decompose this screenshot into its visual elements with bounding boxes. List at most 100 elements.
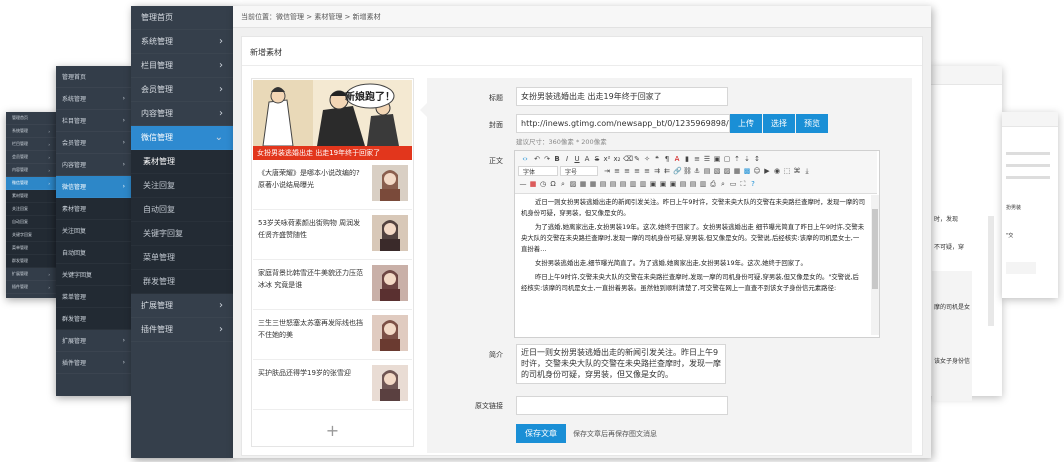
- article-list-item[interactable]: 53岁关咏荷素颜出街购物 周润发任贤齐盛赞随性: [253, 211, 412, 260]
- subscript-icon[interactable]: x₂: [613, 155, 621, 163]
- auto-format-icon[interactable]: ✧: [643, 155, 651, 163]
- image-float-right-icon[interactable]: ▨: [723, 167, 731, 175]
- insert-col-icon[interactable]: ▥: [629, 180, 637, 188]
- anchor-icon[interactable]: ⚓: [693, 167, 701, 175]
- split-cols-icon[interactable]: ▥: [699, 180, 707, 188]
- sidebar-item[interactable]: 关键字回复: [131, 222, 233, 246]
- upload-button[interactable]: 上传: [730, 114, 762, 133]
- merge-right-icon[interactable]: ▣: [659, 180, 667, 188]
- image-center-icon[interactable]: ▦: [733, 167, 741, 175]
- search-replace-icon[interactable]: ⌕: [559, 180, 567, 188]
- wordimage-icon[interactable]: ▨: [569, 180, 577, 188]
- redo-icon[interactable]: ↷: [543, 155, 551, 163]
- link-icon[interactable]: 🔗: [673, 167, 682, 175]
- font-color-icon[interactable]: A: [673, 155, 681, 163]
- insert-date-icon[interactable]: ▦: [529, 180, 537, 188]
- article-list-item[interactable]: 《大唐荣耀》是哪本小说改编的?原著小说结局曝光: [253, 161, 412, 210]
- sidebar-item[interactable]: 素材管理: [131, 150, 233, 174]
- preview-icon[interactable]: ⌕: [719, 180, 727, 188]
- split-rows-icon[interactable]: ▤: [689, 180, 697, 188]
- bold-icon[interactable]: B: [553, 155, 561, 163]
- row-spacing-bottom-icon[interactable]: ⇣: [743, 155, 751, 163]
- rtl-icon[interactable]: ⇇: [663, 167, 671, 175]
- strikethrough-icon[interactable]: S: [593, 155, 601, 163]
- row-spacing-top-icon[interactable]: ⇡: [733, 155, 741, 163]
- paragraph-icon[interactable]: ¶: [663, 155, 671, 163]
- clear-doc-icon[interactable]: ▢: [723, 155, 731, 163]
- summary-textarea[interactable]: 近日一则女扮男装逃婚出走的新闻引发关注。昨日上午9时许，交警未央大队的交警在未央…: [516, 344, 726, 384]
- editor-scroll-thumb[interactable]: [872, 209, 878, 289]
- insert-row-icon[interactable]: ▤: [609, 180, 617, 188]
- unordered-list-icon[interactable]: ☰: [703, 155, 711, 163]
- insert-image-icon[interactable]: ▩: [743, 167, 751, 175]
- sidebar-item[interactable]: 关注回复: [131, 174, 233, 198]
- sidebar-item[interactable]: 内容管理 ›: [131, 102, 233, 126]
- format-brush-icon[interactable]: ✎: [633, 155, 641, 163]
- sidebar-item[interactable]: 微信管理 ⌄: [131, 126, 233, 150]
- font-size-select[interactable]: 字号: [560, 166, 598, 176]
- article-list-item[interactable]: 买护肤品还得学19岁的张雪迎: [253, 361, 412, 410]
- sidebar-item[interactable]: 栏目管理 ›: [131, 54, 233, 78]
- merge-cells-icon[interactable]: ▣: [649, 180, 657, 188]
- page-break-icon[interactable]: ⤓: [803, 167, 811, 175]
- code-icon[interactable]: ⌘: [793, 167, 801, 175]
- horizontal-rule-icon[interactable]: —: [519, 180, 527, 188]
- font-family-select[interactable]: 字体: [518, 166, 558, 176]
- sidebar-item[interactable]: 系统管理 ›: [131, 30, 233, 54]
- align-justify-icon[interactable]: ≡: [643, 167, 651, 175]
- editor-content[interactable]: 近日一则女扮男装逃婚出走的新闻引发关注。昨日上午9时许，交警未央大队的交警在未央…: [521, 197, 865, 333]
- sidebar-item[interactable]: 自动回复: [131, 198, 233, 222]
- ltr-icon[interactable]: ⇉: [653, 167, 661, 175]
- align-left-icon[interactable]: ≡: [613, 167, 621, 175]
- image-float-left-icon[interactable]: ▧: [713, 167, 721, 175]
- delete-row-icon[interactable]: ▤: [619, 180, 627, 188]
- align-right-icon[interactable]: ≡: [633, 167, 641, 175]
- ordered-list-icon[interactable]: ≡: [693, 155, 701, 163]
- source-link-input[interactable]: [516, 396, 728, 415]
- cover-article[interactable]: 新娘跑了！ 女扮男装逃婚出走 出走19年终于回家了: [253, 80, 412, 160]
- preview-button[interactable]: 预览: [796, 114, 828, 133]
- sidebar-item[interactable]: 插件管理 ›: [131, 318, 233, 342]
- article-list-item[interactable]: 家庭背景比韩雪还牛美貌还力压范冰冰 究竟是谁: [253, 261, 412, 310]
- title-input[interactable]: 女扮男装逃婚出走 出走19年终于回家了: [516, 87, 728, 106]
- fullscreen-icon[interactable]: ⛶: [739, 180, 747, 188]
- split-cells-icon[interactable]: ▤: [679, 180, 687, 188]
- insert-para-before-icon[interactable]: ▤: [599, 180, 607, 188]
- sidebar-item[interactable]: 会员管理 ›: [131, 78, 233, 102]
- article-list-item[interactable]: 三生三世怒塞太苏塞再发际线也挡不住她的美: [253, 311, 412, 360]
- background-color-icon[interactable]: ▮: [683, 155, 691, 163]
- line-height-icon[interactable]: ↕: [753, 155, 761, 163]
- italic-icon[interactable]: I: [563, 155, 571, 163]
- drafts-icon[interactable]: ▭: [729, 180, 737, 188]
- sidebar-item[interactable]: 管理首页: [131, 6, 233, 30]
- superscript-icon[interactable]: x²: [603, 155, 611, 163]
- insert-time-icon[interactable]: ◷: [539, 180, 547, 188]
- delete-col-icon[interactable]: ▥: [639, 180, 647, 188]
- insert-frame-icon[interactable]: ⬚: [783, 167, 791, 175]
- map-icon[interactable]: ◉: [773, 167, 781, 175]
- emotion-icon[interactable]: ☺: [753, 167, 761, 175]
- rich-text-editor[interactable]: ‹› ↶ ↷ B I U A Sx² x₂ ⌫✎ ✧ ❝ ¶ A ▮ ≡ ☰ ▣ ▢ ⇡ ⇣ ↕ 字体 字号 ⇥ ≡ ≡ ≡ ≡ ⇉…: [514, 150, 880, 338]
- special-char-icon[interactable]: Ω: [549, 180, 557, 188]
- image-float-none-icon[interactable]: ▤: [703, 167, 711, 175]
- sidebar-item[interactable]: 菜单管理: [131, 246, 233, 270]
- sidebar-item[interactable]: 扩展管理 ›: [131, 294, 233, 318]
- cover-url-input[interactable]: http://inews.gtimg.com/newsapp_bt/0/1235…: [516, 114, 730, 133]
- select-all-icon[interactable]: ▣: [713, 155, 721, 163]
- unlink-icon[interactable]: ⛓: [683, 167, 692, 175]
- insert-table-icon[interactable]: ▦: [579, 180, 587, 188]
- print-icon[interactable]: ⎙: [709, 180, 717, 188]
- font-border-icon[interactable]: A: [583, 155, 591, 163]
- video-icon[interactable]: ▶: [763, 167, 771, 175]
- save-article-button[interactable]: 保存文章: [516, 424, 566, 443]
- clear-format-icon[interactable]: ⌫: [623, 155, 633, 163]
- merge-down-icon[interactable]: ▣: [669, 180, 677, 188]
- sidebar-item[interactable]: 群发管理: [131, 270, 233, 294]
- undo-icon[interactable]: ↶: [533, 155, 541, 163]
- indent-icon[interactable]: ⇥: [603, 167, 611, 175]
- block-quote-icon[interactable]: ❝: [653, 155, 661, 163]
- choose-button[interactable]: 选择: [763, 114, 795, 133]
- add-article-button[interactable]: +: [253, 415, 412, 445]
- align-center-icon[interactable]: ≡: [623, 167, 631, 175]
- help-icon[interactable]: ?: [749, 180, 757, 188]
